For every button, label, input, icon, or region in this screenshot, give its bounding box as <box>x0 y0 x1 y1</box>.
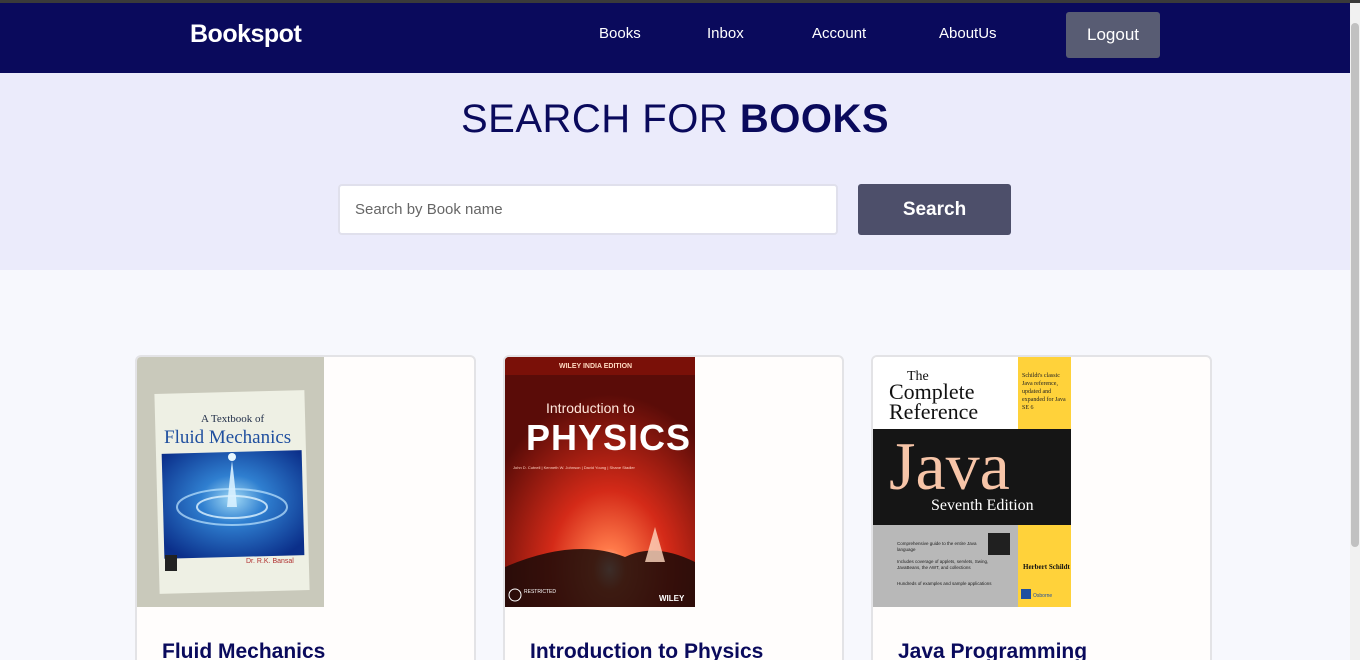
book-title[interactable]: Java Programming <box>898 640 1087 660</box>
logout-button[interactable]: Logout <box>1066 12 1160 58</box>
book-title[interactable]: Fluid Mechanics <box>162 640 325 660</box>
nav-link-aboutus[interactable]: AboutUs <box>939 25 997 42</box>
cover-bullet-3: Hundreds of examples and sample applicat… <box>897 581 992 586</box>
cover-bullet-1: Comprehensive guide to the entire Java l… <box>897 541 977 552</box>
book-title[interactable]: Introduction to Physics <box>530 640 763 660</box>
scrollbar-thumb[interactable] <box>1351 23 1359 547</box>
book-card-fluid-mechanics[interactable]: A Textbook of Fluid Mechanics Dr. R.K. B… <box>135 355 476 660</box>
book-cover-image[interactable]: WILEY INDIA EDITION Introduction to PHYS… <box>505 357 695 607</box>
search-button[interactable]: Search <box>858 184 1011 235</box>
cover-edition: Seventh Edition <box>931 497 1034 514</box>
cover-publisher: Osborne <box>1033 593 1053 599</box>
cover-java: Java <box>889 428 1010 504</box>
cover-bullet-2: Includes coverage of applets, servlets, … <box>897 559 989 570</box>
book-card-introduction-to-physics[interactable]: WILEY INDIA EDITION Introduction to PHYS… <box>503 355 844 660</box>
cover-side-note: Schildt's classic Java reference, update… <box>1022 373 1066 411</box>
physics-cover-art <box>505 357 695 607</box>
cover-title: PHYSICS <box>526 417 692 458</box>
search-hero: SEARCH FOR BOOKS Search <box>0 73 1350 270</box>
fluid-mechanics-cover-art <box>137 357 324 607</box>
page-title: SEARCH FOR BOOKS <box>0 97 1350 142</box>
cover-author: Herbert Schildt <box>1023 563 1070 571</box>
title-bold-text: BOOKS <box>739 97 890 141</box>
cover-subtitle: Introduction to <box>546 400 635 416</box>
cover-authors: John D. Cutnell | Kenneth W. Johnson | D… <box>513 465 635 470</box>
cover-restricted-label: RESTRICTED <box>524 589 556 595</box>
cover-edition: WILEY INDIA EDITION <box>559 363 633 370</box>
book-cover-image[interactable]: A Textbook of Fluid Mechanics Dr. R.K. B… <box>137 357 324 607</box>
page-scrollbar[interactable] <box>1350 3 1360 660</box>
book-card-java-programming[interactable]: The Complete Reference Schildt's classic… <box>871 355 1212 660</box>
navbar: Bookspot Books Inbox Account AboutUs Log… <box>0 3 1350 73</box>
book-cover-image[interactable]: The Complete Reference Schildt's classic… <box>873 357 1071 607</box>
nav-link-inbox[interactable]: Inbox <box>707 25 744 42</box>
nav-link-account[interactable]: Account <box>812 25 866 42</box>
brand-logo[interactable]: Bookspot <box>190 20 302 49</box>
cover-publisher: WILEY <box>659 594 685 603</box>
cover-title: Fluid Mechanics <box>164 427 292 448</box>
cover-reference: Reference <box>889 399 979 424</box>
cover-subtitle: A Textbook of <box>201 413 265 425</box>
search-input[interactable] <box>338 184 838 235</box>
nav-link-books[interactable]: Books <box>599 25 641 42</box>
cover-author: Dr. R.K. Bansal <box>246 558 294 565</box>
title-light-text: SEARCH FOR <box>460 97 740 141</box>
